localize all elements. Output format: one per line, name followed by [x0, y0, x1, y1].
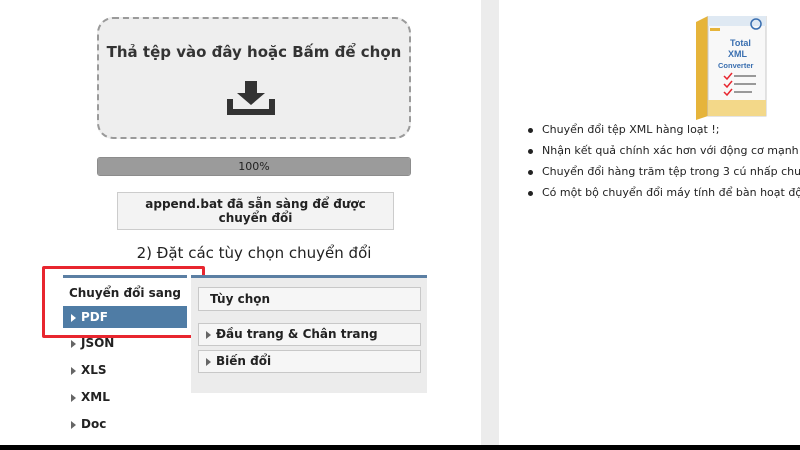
product-box-image: Total XML Converter: [696, 16, 767, 120]
format-item-xml[interactable]: XML: [63, 386, 187, 413]
status-message: append.bat đã sẵn sàng để được chuyển đổ…: [117, 192, 394, 230]
caret-right-icon: [71, 367, 76, 375]
page-divider: [481, 0, 499, 445]
format-item-doc[interactable]: Doc: [63, 413, 187, 440]
options-tab-label: Tùy chọn: [210, 292, 271, 306]
feature-item: Nhận kết quả chính xác hơn với động cơ m…: [528, 143, 800, 164]
format-item-xls[interactable]: XLS: [63, 359, 187, 386]
upload-progress-bar: 100%: [97, 157, 411, 176]
product-title-line2: XML: [728, 49, 748, 59]
highlight-box: [42, 266, 205, 338]
page: Thả tệp vào đây hoặc Bấm để chọn 100% ap…: [0, 0, 800, 445]
format-label: JSON: [81, 336, 115, 350]
product-title-line1: Total: [730, 38, 751, 48]
download-icon: [227, 81, 275, 115]
transform-section[interactable]: Biến đổi: [198, 350, 421, 373]
format-label: XLS: [81, 363, 107, 377]
feature-item: Có một bộ chuyển đổi máy tính để bàn hoạ…: [528, 185, 800, 206]
header-footer-section[interactable]: Đầu trang & Chân trang: [198, 323, 421, 346]
feature-item: Chuyển đổi tệp XML hàng loạt !;: [528, 122, 800, 143]
caret-right-icon: [206, 331, 211, 339]
feature-item: Chuyển đổi hàng trăm tệp trong 3 cú nhấp…: [528, 164, 800, 185]
options-panel: Tùy chọn Đầu trang & Chân trang Biến đổi: [191, 275, 427, 393]
step-title: 2) Đặt các tùy chọn chuyển đổi: [136, 244, 372, 262]
options-tab[interactable]: Tùy chọn: [198, 287, 421, 311]
header-footer-label: Đầu trang & Chân trang: [216, 327, 378, 341]
feature-list: Chuyển đổi tệp XML hàng loạt !; Nhận kết…: [528, 122, 800, 206]
caret-right-icon: [71, 421, 76, 429]
transform-label: Biến đổi: [216, 354, 272, 368]
progress-text: 100%: [238, 160, 270, 173]
dropzone-text: Thả tệp vào đây hoặc Bấm để chọn: [106, 43, 402, 61]
caret-right-icon: [206, 358, 211, 366]
product-title-line3: Converter: [718, 61, 754, 70]
file-dropzone[interactable]: Thả tệp vào đây hoặc Bấm để chọn: [97, 17, 411, 139]
caret-right-icon: [71, 340, 76, 348]
format-label: XML: [81, 390, 110, 404]
format-label: Doc: [81, 417, 107, 431]
caret-right-icon: [71, 394, 76, 402]
